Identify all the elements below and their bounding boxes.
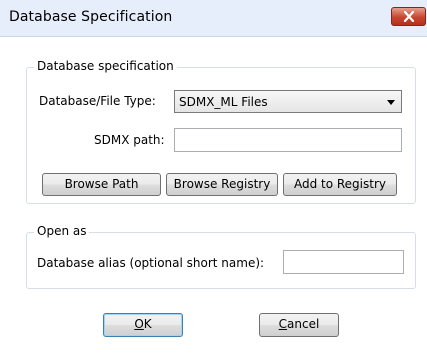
file-type-value: SDMX_ML Files: [179, 95, 268, 109]
database-alias-input[interactable]: [283, 250, 404, 274]
file-type-label: Database/File Type:: [39, 94, 156, 108]
window-title: Database Specification: [9, 9, 173, 25]
database-alias-label: Database alias (optional short name):: [37, 256, 265, 270]
database-specification-legend: Database specification: [34, 59, 177, 73]
sdmx-path-label: SDMX path:: [94, 133, 165, 147]
browse-path-button[interactable]: Browse Path: [42, 173, 161, 196]
close-icon: [403, 11, 415, 22]
ok-button-label: K: [143, 317, 152, 331]
sdmx-path-input[interactable]: [174, 128, 402, 152]
file-type-select[interactable]: SDMX_ML Files: [174, 90, 402, 113]
close-button[interactable]: [391, 7, 426, 26]
chevron-down-icon[interactable]: [387, 100, 395, 105]
ok-button[interactable]: OK: [103, 313, 183, 337]
title-bar: Database Specification: [0, 0, 427, 37]
dialog-body: Database specification Database/File Typ…: [0, 37, 427, 353]
cancel-button-label: ancel: [287, 317, 320, 331]
add-to-registry-button[interactable]: Add to Registry: [283, 173, 397, 196]
cancel-button[interactable]: Cancel: [259, 313, 339, 337]
browse-registry-button[interactable]: Browse Registry: [166, 173, 278, 196]
open-as-legend: Open as: [34, 224, 90, 238]
ok-button-mnemonic: O: [134, 317, 144, 331]
cancel-button-mnemonic: C: [278, 317, 288, 331]
